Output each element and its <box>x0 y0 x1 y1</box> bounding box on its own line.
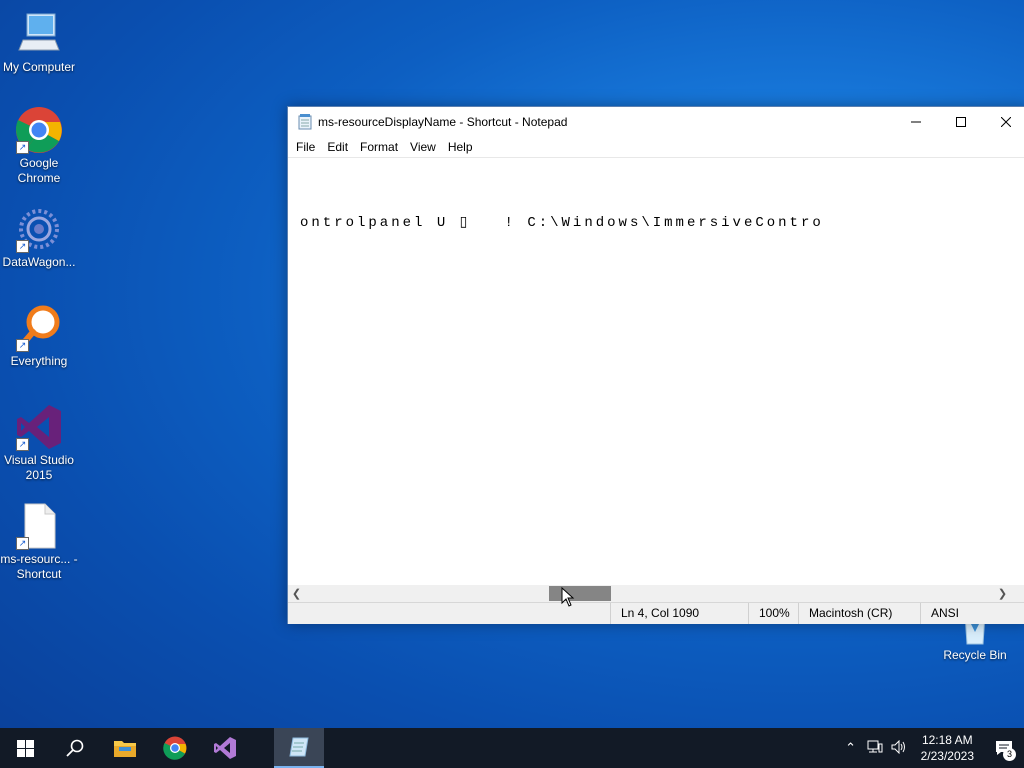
status-line-ending: Macintosh (CR) <box>798 603 922 624</box>
taskbar: ⌃ 12:18 AM 2/23/2023 3 <box>0 728 1024 768</box>
desktop-icon-visual-studio[interactable]: ↗ Visual Studio 2015 <box>0 403 78 483</box>
menu-bar: File Edit Format View Help <box>288 137 1024 157</box>
menu-file[interactable]: File <box>290 140 321 154</box>
desktop-icon-label: Recycle Bin <box>943 648 1007 662</box>
window-title: ms-resourceDisplayName - Shortcut - Note… <box>318 115 568 129</box>
shortcut-arrow-icon: ↗ <box>16 339 29 352</box>
desktop-icon-label: ms-resourc... - Shortcut <box>0 552 78 581</box>
computer-icon <box>15 10 63 58</box>
horizontal-scrollbar[interactable]: ❮ ❯ <box>288 585 1024 602</box>
desktop-icon-everything[interactable]: ↗ Everything <box>0 304 78 369</box>
desktop-icon-google-chrome[interactable]: ↗ Google Chrome <box>0 106 78 186</box>
desktop-icon-label: DataWagon... <box>2 255 76 269</box>
taskbar-file-explorer[interactable] <box>100 728 150 768</box>
taskbar-visual-studio[interactable] <box>200 728 250 768</box>
status-encoding: ANSI <box>920 603 1024 624</box>
desktop-icon-label: Everything <box>10 354 68 368</box>
minimize-button[interactable] <box>893 107 938 137</box>
scrollbar-thumb[interactable] <box>549 586 611 601</box>
shortcut-arrow-icon: ↗ <box>16 438 29 451</box>
editor-text-line: ontrolpanel U ▯ ! C:\Windows\ImmersiveCo… <box>300 215 824 231</box>
visual-studio-icon: ↗ <box>15 403 63 451</box>
menu-edit[interactable]: Edit <box>321 140 354 154</box>
maximize-button[interactable] <box>938 107 983 137</box>
status-bar: Ln 4, Col 1090 100% Macintosh (CR) ANSI <box>288 602 1024 624</box>
clock-date: 2/23/2023 <box>920 749 974 763</box>
volume-icon[interactable] <box>887 739 911 757</box>
menu-view[interactable]: View <box>404 140 442 154</box>
close-icon <box>1000 117 1011 127</box>
chrome-icon <box>163 736 187 760</box>
shortcut-arrow-icon: ↗ <box>16 141 29 154</box>
mouse-cursor-icon <box>561 587 575 607</box>
chrome-icon: ↗ <box>15 106 63 154</box>
menu-help[interactable]: Help <box>442 140 479 154</box>
desktop-icon-label: Google Chrome <box>17 156 61 185</box>
datawagon-icon: ↗ <box>15 205 63 253</box>
taskbar-chrome[interactable] <box>150 728 200 768</box>
notepad-icon <box>298 114 312 130</box>
taskbar-notepad[interactable] <box>274 728 324 768</box>
status-position: Ln 4, Col 1090 <box>610 603 750 624</box>
search-icon <box>66 739 84 757</box>
status-zoom: 100% <box>748 603 798 624</box>
windows-logo-icon <box>16 739 34 757</box>
show-hidden-icons-chevron-up-icon[interactable]: ⌃ <box>839 740 863 756</box>
desktop-icon-label: My Computer <box>2 60 76 74</box>
text-editor[interactable]: ontrolpanel U ▯ ! C:\Windows\ImmersiveCo… <box>288 157 1024 586</box>
notepad-icon <box>289 737 309 757</box>
network-icon[interactable] <box>863 740 887 757</box>
minimize-icon <box>910 121 921 123</box>
blank-file-icon: ↗ <box>15 502 63 550</box>
visual-studio-icon <box>214 737 236 759</box>
desktop-icon-my-computer[interactable]: My Computer <box>0 10 78 75</box>
clock-time: 12:18 AM <box>921 733 973 747</box>
maximize-icon <box>955 117 966 127</box>
shortcut-arrow-icon: ↗ <box>16 240 29 253</box>
everything-search-icon: ↗ <box>15 304 63 352</box>
search-button[interactable] <box>50 728 100 768</box>
clock[interactable]: 12:18 AM 2/23/2023 <box>911 732 984 764</box>
menu-format[interactable]: Format <box>354 140 404 154</box>
scroll-left-icon[interactable]: ❮ <box>288 585 305 602</box>
notification-count-badge: 3 <box>1003 748 1016 761</box>
shortcut-arrow-icon: ↗ <box>16 537 29 550</box>
desktop-icon-datawagon[interactable]: ↗ DataWagon... <box>0 205 78 270</box>
scroll-right-icon[interactable]: ❯ <box>994 585 1011 602</box>
folder-icon <box>114 741 136 757</box>
system-tray: ⌃ 12:18 AM 2/23/2023 3 <box>839 728 1024 768</box>
title-bar[interactable]: ms-resourceDisplayName - Shortcut - Note… <box>288 107 1024 137</box>
action-center-button[interactable]: 3 <box>984 728 1024 768</box>
close-button[interactable] <box>983 107 1024 137</box>
desktop-icon-ms-resource-shortcut[interactable]: ↗ ms-resourc... - Shortcut <box>0 502 78 582</box>
notepad-window[interactable]: ms-resourceDisplayName - Shortcut - Note… <box>287 106 1024 624</box>
desktop-icon-label: Visual Studio 2015 <box>4 453 74 482</box>
start-button[interactable] <box>0 728 50 768</box>
